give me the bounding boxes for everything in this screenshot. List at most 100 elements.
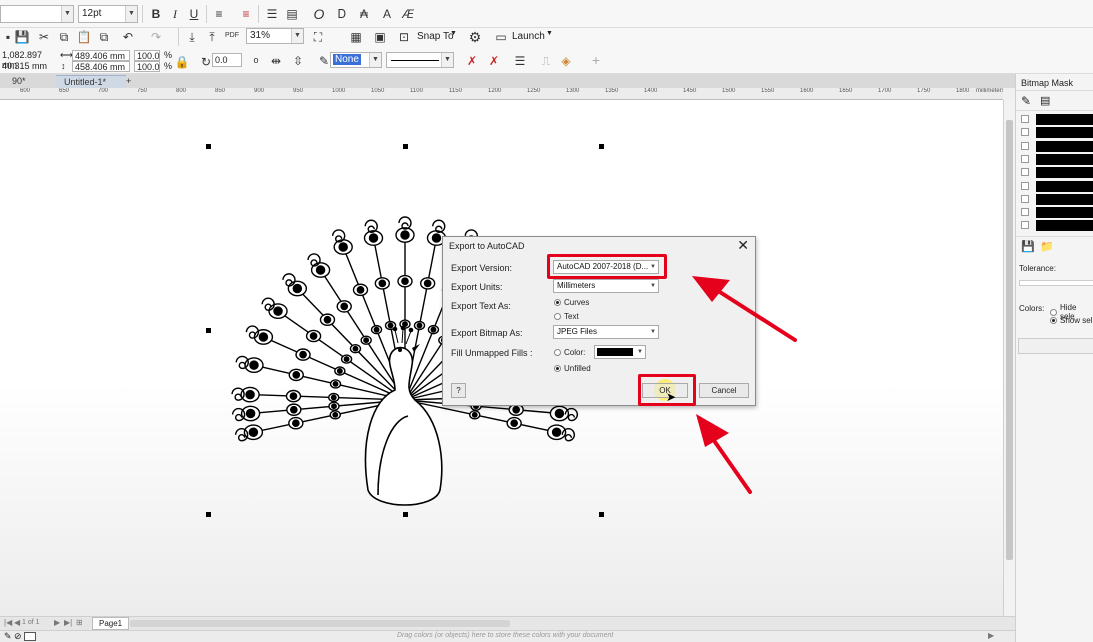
font-name-combo[interactable]: ▼ — [0, 5, 74, 23]
text-shape-icon[interactable]: A — [379, 6, 395, 22]
mask-checkbox[interactable] — [1021, 194, 1029, 203]
break-apart-icon[interactable]: ✗ — [464, 53, 480, 69]
radio-show-selected[interactable]: Show sel — [1050, 316, 1092, 325]
mask-color-row[interactable] — [1020, 207, 1093, 219]
vertical-scrollbar[interactable] — [1003, 100, 1015, 616]
scale-y-field[interactable]: 100.0 — [134, 61, 160, 72]
mirror-horizontal-icon[interactable]: ⇹ — [268, 53, 284, 69]
settings-icon[interactable]: ⚙ — [467, 29, 483, 45]
edit-color-icon[interactable]: ▤ — [1040, 94, 1050, 107]
character-icon[interactable]: ₳ — [356, 6, 372, 22]
mask-color-row[interactable] — [1020, 153, 1093, 165]
fill-icon[interactable]: ⊘ — [14, 631, 22, 642]
no-color-swatch[interactable] — [24, 632, 36, 641]
chevron-down-icon[interactable]: ▼ — [450, 30, 457, 37]
first-page-icon[interactable]: |◀ — [4, 618, 12, 627]
mask-checkbox[interactable] — [1021, 208, 1029, 217]
close-icon[interactable]: ✕ — [737, 237, 749, 254]
scale-x-field[interactable]: 100.0 — [134, 50, 160, 61]
copy-icon[interactable]: ⧉ — [56, 29, 72, 45]
help-button[interactable]: ? — [451, 383, 466, 398]
align-left-icon[interactable]: ≡ — [211, 6, 227, 22]
export-bitmap-select[interactable]: JPEG Files ▼ — [553, 325, 659, 339]
import-icon[interactable]: ⤓ — [184, 29, 200, 45]
radio-curves[interactable]: Curves — [554, 298, 589, 307]
prev-page-icon[interactable]: ◀ — [14, 618, 20, 627]
next-page-icon[interactable]: ▶ — [54, 618, 60, 627]
mask-color-row[interactable] — [1020, 140, 1093, 152]
paste-special-icon[interactable]: ⧉ — [96, 29, 112, 45]
apply-button[interactable] — [1018, 338, 1093, 354]
export-icon[interactable]: ⤒ — [204, 29, 220, 45]
align-center-icon[interactable]: ≡ — [238, 6, 254, 22]
mask-checkbox[interactable] — [1021, 221, 1029, 230]
text-frame-icon[interactable]: O — [311, 6, 327, 22]
last-page-icon[interactable]: ▶| — [64, 618, 72, 627]
radio-text[interactable]: Text — [554, 312, 579, 321]
tab-untitled-1[interactable]: Untitled-1* — [56, 75, 126, 88]
order-icon[interactable]: ◈ — [558, 53, 574, 69]
fill-color-picker[interactable]: ▼ — [594, 345, 646, 359]
mask-color-row[interactable] — [1020, 127, 1093, 139]
lock-ratio-icon[interactable]: 🔒 — [174, 54, 190, 70]
launch-icon[interactable]: ▭ — [493, 29, 509, 45]
pen-tool-icon[interactable]: ✎ — [4, 631, 12, 642]
pdf-icon[interactable]: PDF — [224, 28, 240, 44]
outline-width-combo[interactable]: None ▼ — [330, 52, 382, 68]
radio-color[interactable]: Color: — [554, 348, 585, 357]
mask-color-row[interactable] — [1020, 180, 1093, 192]
export-units-select[interactable]: Millimeters ▼ — [553, 279, 659, 293]
horizontal-scrollbar[interactable] — [130, 620, 510, 627]
radio-unfilled[interactable]: Unfilled — [554, 364, 591, 373]
mask-checkbox[interactable] — [1021, 154, 1029, 163]
launch-button[interactable]: Launch — [512, 31, 545, 42]
cancel-button[interactable]: Cancel — [699, 383, 749, 398]
save-icon[interactable]: 💾 — [1021, 240, 1035, 253]
mask-checkbox[interactable] — [1021, 168, 1029, 177]
position-y-field[interactable]: 40.315 mm — [0, 61, 54, 72]
mask-color-row[interactable] — [1020, 220, 1093, 232]
position-x-field[interactable]: 1,082.897 mm — [0, 50, 54, 70]
mask-color-row[interactable] — [1020, 114, 1093, 125]
full-screen-icon[interactable]: ⛶ — [310, 29, 326, 45]
font-size-combo[interactable]: 12pt ▼ — [78, 5, 138, 23]
bullet-list-icon[interactable]: ☰ — [264, 6, 280, 22]
combine-icon[interactable]: ✗ — [486, 53, 502, 69]
undo-icon[interactable]: ↶ — [120, 29, 136, 45]
width-field[interactable]: 489.406 mm — [72, 50, 130, 61]
line-style-combo[interactable]: ▼ — [386, 52, 454, 68]
mask-color-row[interactable] — [1020, 193, 1093, 205]
page-tab[interactable]: Page1 — [92, 617, 130, 630]
snap-icon[interactable]: ⊡ — [396, 29, 412, 45]
tolerance-slider[interactable] — [1019, 280, 1093, 286]
scrollbar-thumb[interactable] — [1006, 120, 1013, 560]
grid-icon[interactable]: ▦ — [348, 29, 364, 45]
mask-checkbox[interactable] — [1021, 141, 1029, 150]
drop-cap-icon[interactable]: ▤ — [284, 6, 300, 22]
rotation-field[interactable]: 0.0 — [212, 53, 242, 67]
mask-checkbox[interactable] — [1021, 128, 1029, 137]
save-icon[interactable]: 💾 — [14, 29, 30, 45]
chevron-down-icon[interactable]: ▼ — [546, 30, 553, 37]
text-wrap-icon[interactable]: ☰ — [512, 53, 528, 69]
tab-90[interactable]: 90* — [4, 75, 34, 88]
italic-icon[interactable]: I — [167, 6, 183, 22]
guidelines-icon[interactable]: ▣ — [372, 29, 388, 45]
mask-checkbox[interactable] — [1021, 115, 1029, 123]
redo-icon[interactable]: ↷ — [148, 29, 164, 45]
chevron-right-icon[interactable]: ▶ — [988, 631, 994, 640]
mask-color-row[interactable] — [1020, 167, 1093, 179]
bold-icon[interactable]: B — [148, 6, 164, 22]
add-tab-button[interactable]: + — [118, 75, 139, 88]
eyedropper-icon[interactable]: ✎ — [1021, 94, 1031, 108]
underline-icon[interactable]: U — [186, 6, 202, 22]
text-properties-icon[interactable]: Ꭰ — [334, 6, 350, 22]
folder-icon[interactable]: 📁 — [1040, 240, 1054, 253]
mirror-vertical-icon[interactable]: ⇳ — [290, 53, 306, 69]
cut-icon[interactable]: ✂ — [36, 29, 52, 45]
paste-icon[interactable]: 📋 — [76, 29, 92, 45]
add-icon[interactable]: + — [588, 52, 604, 68]
snap-to-button[interactable]: Snap To — [417, 31, 454, 42]
zoom-combo[interactable]: 31% ▼ — [246, 28, 304, 44]
height-field[interactable]: 458.406 mm — [72, 61, 130, 72]
